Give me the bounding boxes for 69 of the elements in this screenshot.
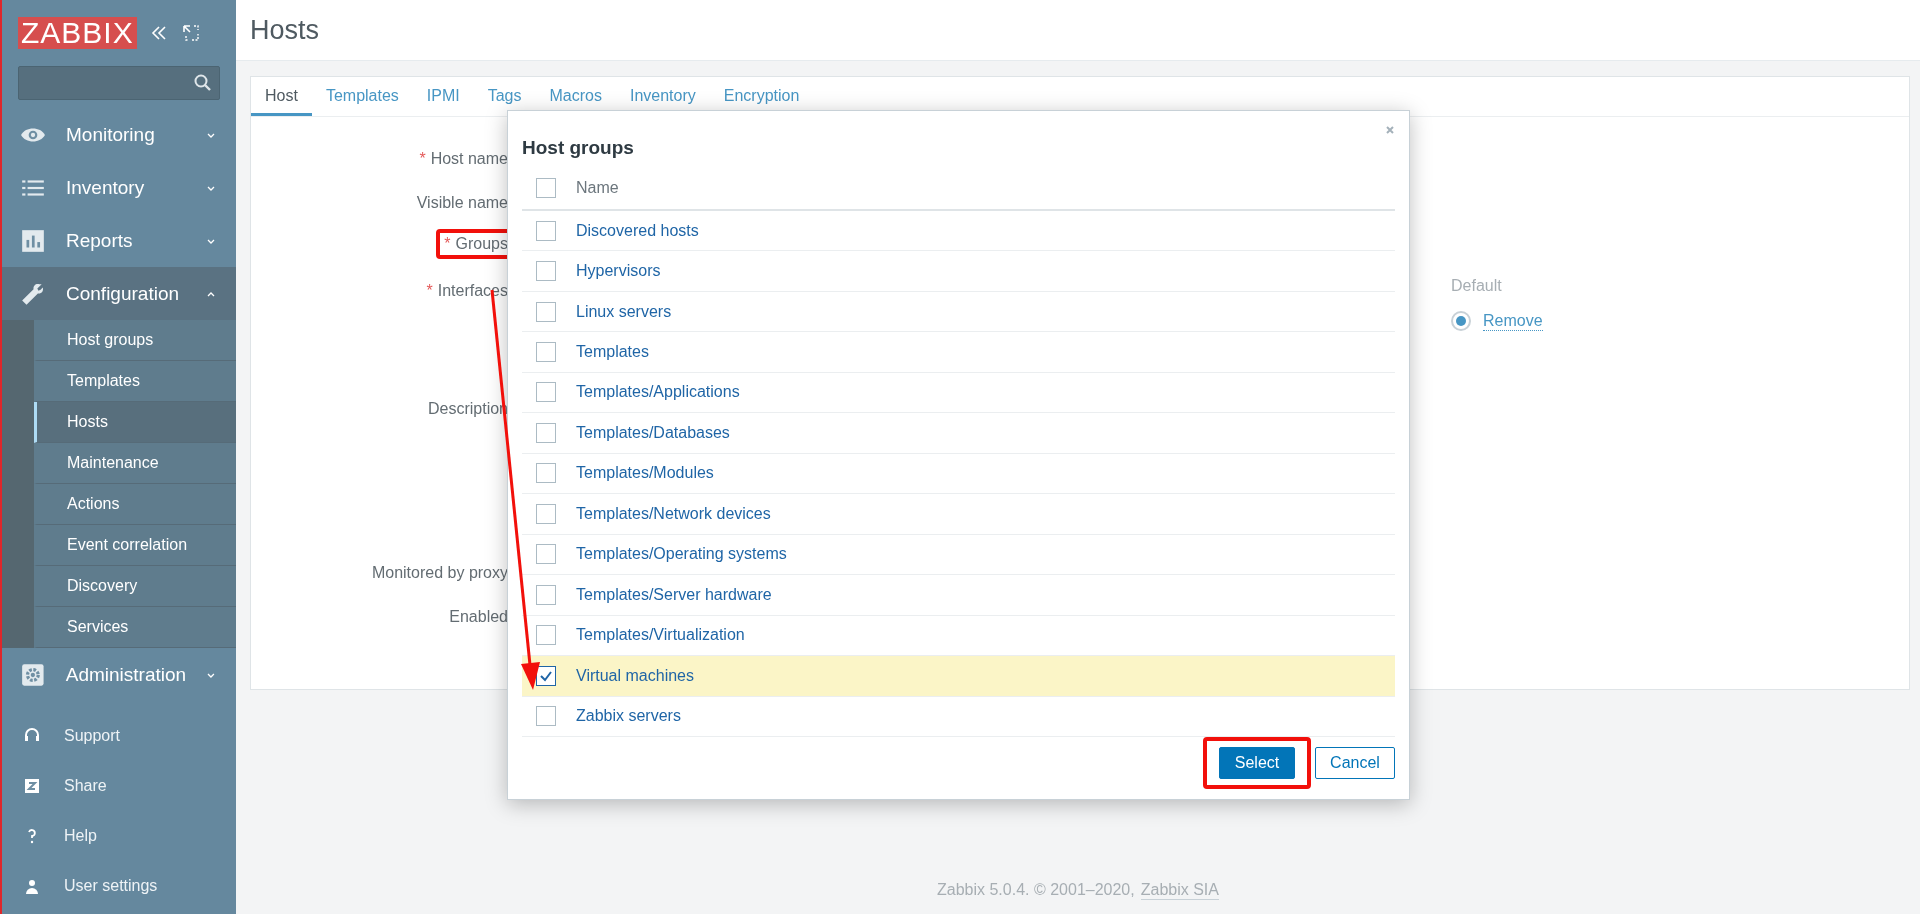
host-group-link[interactable]: Templates/Server hardware <box>576 585 772 604</box>
host-group-link[interactable]: Templates/Operating systems <box>576 545 787 564</box>
submenu-item[interactable]: Discovery <box>34 566 236 607</box>
checkbox[interactable] <box>536 665 556 686</box>
checkbox[interactable] <box>536 261 556 282</box>
field-label: Enabled <box>448 607 509 627</box>
search-icon[interactable] <box>193 73 213 93</box>
submenu-item[interactable]: Hosts <box>34 402 236 443</box>
menu-section[interactable]: Administration <box>2 648 236 701</box>
submenu-item[interactable]: Services <box>34 607 236 648</box>
menu-section[interactable]: Configuration <box>2 267 236 320</box>
submenu-item[interactable]: Actions <box>34 484 236 525</box>
sidebar-link-icon <box>22 776 42 796</box>
menu-section[interactable]: Inventory <box>2 161 236 214</box>
select-button[interactable]: Select <box>1219 747 1295 779</box>
host-group-link[interactable]: Virtual machines <box>576 666 694 685</box>
submenu-item[interactable]: Event correlation <box>34 525 236 566</box>
field-label: * Host name <box>418 149 509 169</box>
checkbox[interactable] <box>536 422 556 443</box>
checkbox[interactable] <box>536 584 556 605</box>
dialog-title: Host groups <box>522 137 634 159</box>
host-group-link[interactable]: Linux servers <box>576 302 672 321</box>
field-label: Monitored by proxy <box>370 563 509 583</box>
menu-section[interactable]: Reports <box>2 214 236 267</box>
section-icon <box>20 227 46 254</box>
tab[interactable]: Host <box>251 77 312 116</box>
host-group-link[interactable]: Templates/Databases <box>576 423 730 442</box>
default-radio[interactable] <box>1451 311 1471 331</box>
field-label: Visible name <box>415 193 509 213</box>
submenu-item[interactable]: Templates <box>34 361 236 402</box>
footer-copyright: Zabbix 5.0.4. © 2001–2020, <box>937 881 1135 899</box>
sidebar-link[interactable]: Share <box>2 761 236 811</box>
host-group-link[interactable]: Templates <box>576 343 649 361</box>
tab[interactable]: IPMI <box>412 77 474 116</box>
checkbox[interactable] <box>536 544 556 565</box>
host-group-link[interactable]: Templates/Applications <box>576 383 740 402</box>
column-header: Name <box>576 178 619 197</box>
checkbox[interactable] <box>536 706 556 727</box>
page-title: Hosts <box>250 14 320 46</box>
checkbox[interactable] <box>536 503 556 524</box>
close-icon[interactable] <box>1385 125 1395 135</box>
column-heading: Default <box>1451 277 1503 295</box>
sidebar-link[interactable]: Support <box>2 711 236 761</box>
search-field[interactable] <box>18 66 220 100</box>
host-group-link[interactable]: Templates/Virtualization <box>576 626 745 645</box>
field-label: * Interfaces <box>425 281 509 301</box>
host-group-link[interactable]: Templates/Modules <box>576 464 714 483</box>
sidebar-link[interactable]: User settings <box>2 861 236 911</box>
checkbox[interactable] <box>536 382 556 403</box>
tab[interactable]: Templates <box>311 77 413 116</box>
checkbox[interactable] <box>536 301 556 322</box>
submenu-item[interactable]: Maintenance <box>34 443 236 484</box>
host-group-link[interactable]: Hypervisors <box>576 262 661 281</box>
checkbox[interactable] <box>536 342 556 362</box>
remove-link[interactable]: Remove <box>1483 311 1543 331</box>
checkbox[interactable] <box>536 463 556 484</box>
section-icon <box>20 661 46 688</box>
menu-section[interactable]: Monitoring <box>2 108 236 161</box>
submenu-item[interactable]: Host groups <box>34 320 236 361</box>
checkbox[interactable] <box>536 625 556 646</box>
host-group-link[interactable]: Discovered hosts <box>576 221 699 240</box>
zabbix-logo[interactable]: ZABBIX <box>18 17 137 49</box>
checkbox[interactable] <box>536 220 556 241</box>
expand-icon[interactable] <box>180 23 201 43</box>
checkbox[interactable] <box>536 177 556 198</box>
host-group-link[interactable]: Templates/Network devices <box>576 504 771 523</box>
host-group-link[interactable]: Zabbix servers <box>576 707 681 726</box>
sidebar-link[interactable]: Help <box>2 811 236 861</box>
cancel-button[interactable]: Cancel <box>1315 747 1395 779</box>
